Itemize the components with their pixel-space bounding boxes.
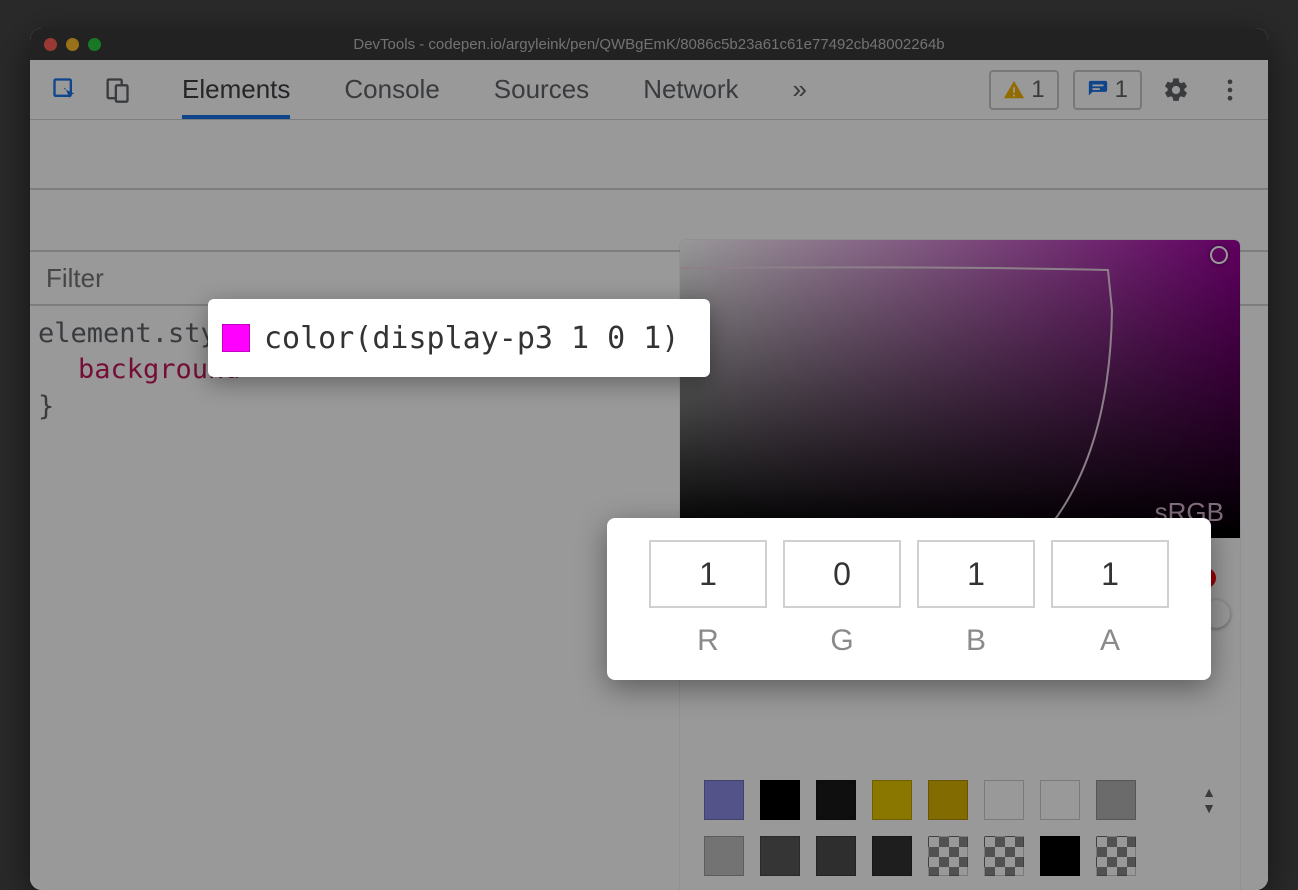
palette-swatch[interactable] — [872, 836, 912, 876]
palette-swatch[interactable] — [984, 780, 1024, 820]
gear-icon — [1162, 76, 1190, 104]
titlebar: DevTools - codepen.io/argyleink/pen/QWBg… — [30, 28, 1268, 60]
chevron-up-icon: ▲ — [1202, 785, 1216, 799]
styles-filter-input[interactable] — [46, 263, 546, 294]
color-value-tooltip: color(display-p3 1 0 1) — [208, 299, 710, 377]
tab-console[interactable]: Console — [344, 60, 439, 119]
zoom-window-button[interactable] — [88, 38, 101, 51]
palette-swatch[interactable] — [704, 836, 744, 876]
issues-badge[interactable]: 1 — [1073, 70, 1142, 110]
channel-label-g: G — [783, 624, 901, 658]
channel-input-g[interactable] — [783, 540, 901, 608]
channel-input-a[interactable] — [1051, 540, 1169, 608]
warning-count: 1 — [1031, 76, 1044, 104]
window-title: DevTools - codepen.io/argyleink/pen/QWBg… — [30, 36, 1268, 53]
palette-swatch[interactable] — [760, 836, 800, 876]
gamut-boundary-line — [680, 240, 1240, 538]
palette-swatch[interactable] — [928, 780, 968, 820]
css-close-brace: } — [38, 389, 282, 425]
color-value-text[interactable]: color(display-p3 1 0 1) — [264, 321, 679, 356]
channel-input-r[interactable] — [649, 540, 767, 608]
inspect-element-icon[interactable] — [48, 73, 82, 107]
palette-swatch[interactable] — [704, 780, 744, 820]
color-swatch-icon[interactable] — [222, 324, 250, 352]
color-channel-panel: R G B A — [607, 518, 1211, 680]
palette-swatch[interactable] — [816, 836, 856, 876]
palette-swatch[interactable] — [816, 780, 856, 820]
devtools-window: DevTools - codepen.io/argyleink/pen/QWBg… — [30, 28, 1268, 890]
palette-swatch[interactable] — [984, 836, 1024, 876]
panel-content: element.style { background } sRGB — [30, 120, 1268, 890]
palette-swatch[interactable] — [760, 780, 800, 820]
tab-elements[interactable]: Elements — [182, 60, 290, 119]
channel-label-b: B — [917, 624, 1035, 658]
device-toolbar-icon[interactable] — [100, 73, 134, 107]
more-options-button[interactable] — [1210, 70, 1250, 110]
divider — [30, 188, 1268, 190]
channel-label-a: A — [1051, 624, 1169, 658]
chevron-down-icon: ▼ — [1202, 801, 1216, 815]
panel-tabs: Elements Console Sources Network » — [182, 60, 971, 119]
spectrum-handle[interactable] — [1210, 246, 1228, 264]
palette-stepper[interactable]: ▲▼ — [1202, 785, 1216, 815]
toolbar-right: 1 1 — [989, 70, 1250, 110]
tab-sources[interactable]: Sources — [494, 60, 589, 119]
palette-swatch[interactable] — [928, 836, 968, 876]
palette-swatch[interactable] — [1096, 780, 1136, 820]
more-tabs-button[interactable]: » — [793, 60, 807, 119]
palette-swatch[interactable] — [872, 780, 912, 820]
channel-input-b[interactable] — [917, 540, 1035, 608]
minimize-window-button[interactable] — [66, 38, 79, 51]
palette-swatch[interactable] — [1040, 780, 1080, 820]
kebab-icon — [1216, 76, 1244, 104]
palette-swatch[interactable] — [1096, 836, 1136, 876]
issue-count: 1 — [1115, 76, 1128, 104]
tab-network[interactable]: Network — [643, 60, 738, 119]
settings-button[interactable] — [1156, 70, 1196, 110]
color-channel-labels: R G B A — [649, 624, 1169, 658]
palette-swatch[interactable] — [1040, 836, 1080, 876]
warnings-badge[interactable]: 1 — [989, 70, 1058, 110]
devtools-toolbar: Elements Console Sources Network » 1 1 — [30, 60, 1268, 120]
warning-icon — [1003, 79, 1025, 101]
window-controls — [44, 38, 101, 51]
color-channel-inputs — [649, 540, 1169, 608]
issue-icon — [1087, 79, 1109, 101]
color-spectrum[interactable]: sRGB — [680, 240, 1240, 538]
channel-label-r: R — [649, 624, 767, 658]
close-window-button[interactable] — [44, 38, 57, 51]
palette-swatches: ▲▼ — [680, 772, 1240, 890]
